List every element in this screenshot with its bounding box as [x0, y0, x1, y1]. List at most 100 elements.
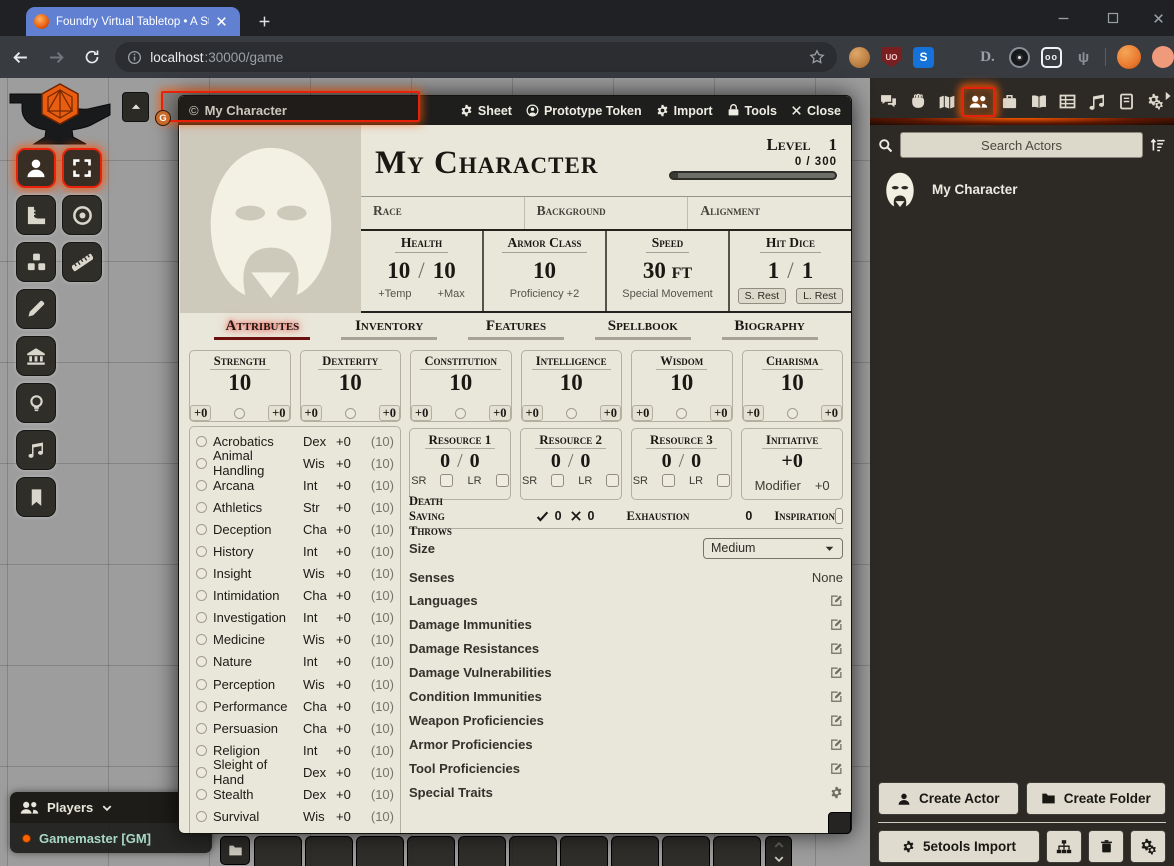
sidebar-tab[interactable] [1082, 87, 1111, 117]
window-maximize-button[interactable] [1098, 6, 1128, 30]
trait-edit-icon[interactable] [830, 714, 843, 727]
ability-score[interactable]: 10 [339, 370, 362, 395]
macro-slot[interactable] [305, 836, 353, 866]
macro-slot[interactable] [560, 836, 608, 866]
sr-checkbox[interactable] [662, 474, 675, 487]
ability-mod[interactable]: +0 [301, 405, 322, 421]
save-proficiency-radio[interactable] [566, 408, 577, 419]
ability-score[interactable]: 10 [560, 370, 583, 395]
skill-row[interactable]: History Int +0 (10) [196, 540, 394, 562]
race-field[interactable]: Race [361, 197, 524, 229]
sidebar-tab[interactable] [1024, 87, 1053, 117]
window-resize-handle[interactable] [828, 812, 851, 834]
claw-extension-icon[interactable]: ψ [1073, 47, 1094, 68]
save-proficiency-radio[interactable] [455, 408, 466, 419]
speed-box[interactable]: Speed 30 ft Special Movement [605, 231, 728, 311]
long-rest-button[interactable]: L. Rest [796, 288, 843, 304]
initiative-box[interactable]: Initiative +0 Modifier +0 [741, 428, 843, 500]
trait-row[interactable]: Damage Resistances [409, 636, 843, 660]
trait-edit-icon[interactable] [830, 690, 843, 703]
skill-row[interactable]: Perception Wis +0 (10) [196, 673, 394, 695]
skill-name[interactable]: Perception [213, 677, 297, 692]
xp-value[interactable]: 0 / 300 [795, 156, 837, 168]
death-success-count[interactable]: 0 [555, 509, 562, 523]
resource-box[interactable]: Resource 3 0 / 0 SR LR [631, 428, 733, 500]
ability-score[interactable]: 10 [781, 370, 804, 395]
resource-box[interactable]: Resource 1 0 / 0 SR LR [409, 428, 511, 500]
browser-tab[interactable]: Foundry Virtual Tabletop • A Stan [26, 7, 240, 36]
ability-save[interactable]: +0 [600, 405, 621, 421]
skill-row[interactable]: Sleight of Hand Dex +0 (10) [196, 761, 394, 783]
resource-value[interactable]: 0 [662, 449, 672, 473]
5etools-import-button[interactable]: 5etools Import [878, 830, 1040, 863]
sidebar-tab[interactable] [1053, 87, 1082, 117]
trait-edit-icon[interactable] [830, 786, 843, 799]
ability-score[interactable]: 10 [670, 370, 693, 395]
initiative-value[interactable]: +0 [781, 449, 802, 473]
sidebar-tab[interactable] [1112, 87, 1141, 117]
ability-box[interactable]: Intelligence 10 +0 +0 [521, 350, 623, 422]
level-value[interactable]: 1 [829, 135, 838, 155]
forward-button[interactable] [42, 42, 72, 72]
scene-control-button[interactable] [16, 148, 56, 188]
ability-save[interactable]: +0 [821, 405, 842, 421]
skill-name[interactable]: Acrobatics [213, 434, 297, 449]
skill-proficiency-radio[interactable] [196, 811, 207, 822]
skill-row[interactable]: Athletics Str +0 (10) [196, 496, 394, 518]
skill-name[interactable]: Insight [213, 566, 297, 581]
skill-proficiency-radio[interactable] [196, 524, 207, 535]
grid-extension-icon[interactable] [945, 47, 966, 68]
sheet-tab[interactable]: Spellbook [595, 318, 691, 340]
ublock-extension-icon[interactable]: UO [881, 47, 902, 68]
skill-row[interactable]: Persuasion Cha +0 (10) [196, 717, 394, 739]
skill-row[interactable]: Medicine Wis +0 (10) [196, 629, 394, 651]
ability-score[interactable]: 10 [449, 370, 472, 395]
sort-icon[interactable] [1150, 137, 1166, 153]
sheet-tab[interactable]: Biography [722, 318, 818, 340]
character-portrait[interactable] [180, 125, 361, 313]
skill-name[interactable]: Survival [213, 809, 297, 824]
lr-checkbox[interactable] [496, 474, 509, 487]
macro-slot[interactable] [356, 836, 404, 866]
d-extension-icon[interactable]: D. [977, 47, 998, 68]
skill-proficiency-radio[interactable] [196, 612, 207, 623]
create-actor-button[interactable]: Create Actor [878, 782, 1019, 815]
skill-proficiency-radio[interactable] [196, 458, 207, 469]
window-minimize-button[interactable] [1048, 6, 1078, 30]
search-input[interactable] [900, 132, 1143, 158]
skill-proficiency-radio[interactable] [196, 436, 207, 447]
trait-edit-icon[interactable] [830, 642, 843, 655]
resource-max[interactable]: 0 [691, 449, 701, 473]
hotbar-page-up-icon[interactable] [773, 839, 785, 851]
scene-tool-button[interactable] [62, 195, 102, 235]
macro-slot[interactable] [662, 836, 710, 866]
ability-score[interactable]: 10 [228, 370, 251, 395]
robot-extension-icon[interactable]: oo [1041, 47, 1062, 68]
skill-row[interactable]: Arcana Int +0 (10) [196, 474, 394, 496]
skill-row[interactable]: Investigation Int +0 (10) [196, 607, 394, 629]
macro-folder-button[interactable] [220, 836, 250, 865]
scene-tool-button[interactable] [62, 148, 102, 188]
lr-checkbox[interactable] [606, 474, 619, 487]
special-movement-label[interactable]: Special Movement [622, 288, 713, 300]
save-proficiency-radio[interactable] [234, 408, 245, 419]
scene-control-button[interactable] [16, 477, 56, 517]
sheet-tab[interactable]: Inventory [341, 318, 437, 340]
ability-mod[interactable]: +0 [632, 405, 653, 421]
macro-slot[interactable] [509, 836, 557, 866]
hp-value[interactable]: 10 [387, 258, 410, 284]
ability-mod[interactable]: +0 [743, 405, 764, 421]
site-info-icon[interactable] [127, 50, 142, 65]
skill-name[interactable]: Stealth [213, 787, 297, 802]
hd-max[interactable]: 1 [802, 258, 814, 284]
skill-proficiency-radio[interactable] [196, 745, 207, 756]
skill-proficiency-radio[interactable] [196, 767, 207, 778]
macro-slot[interactable] [254, 836, 302, 866]
alignment-field[interactable]: Alignment [687, 197, 851, 229]
skill-row[interactable]: Survival Wis +0 (10) [196, 806, 394, 828]
death-success-icon[interactable] [536, 510, 549, 523]
skill-proficiency-radio[interactable] [196, 723, 207, 734]
ability-box[interactable]: Constitution 10 +0 +0 [410, 350, 512, 422]
skill-proficiency-radio[interactable] [196, 634, 207, 645]
ability-save[interactable]: +0 [268, 405, 289, 421]
